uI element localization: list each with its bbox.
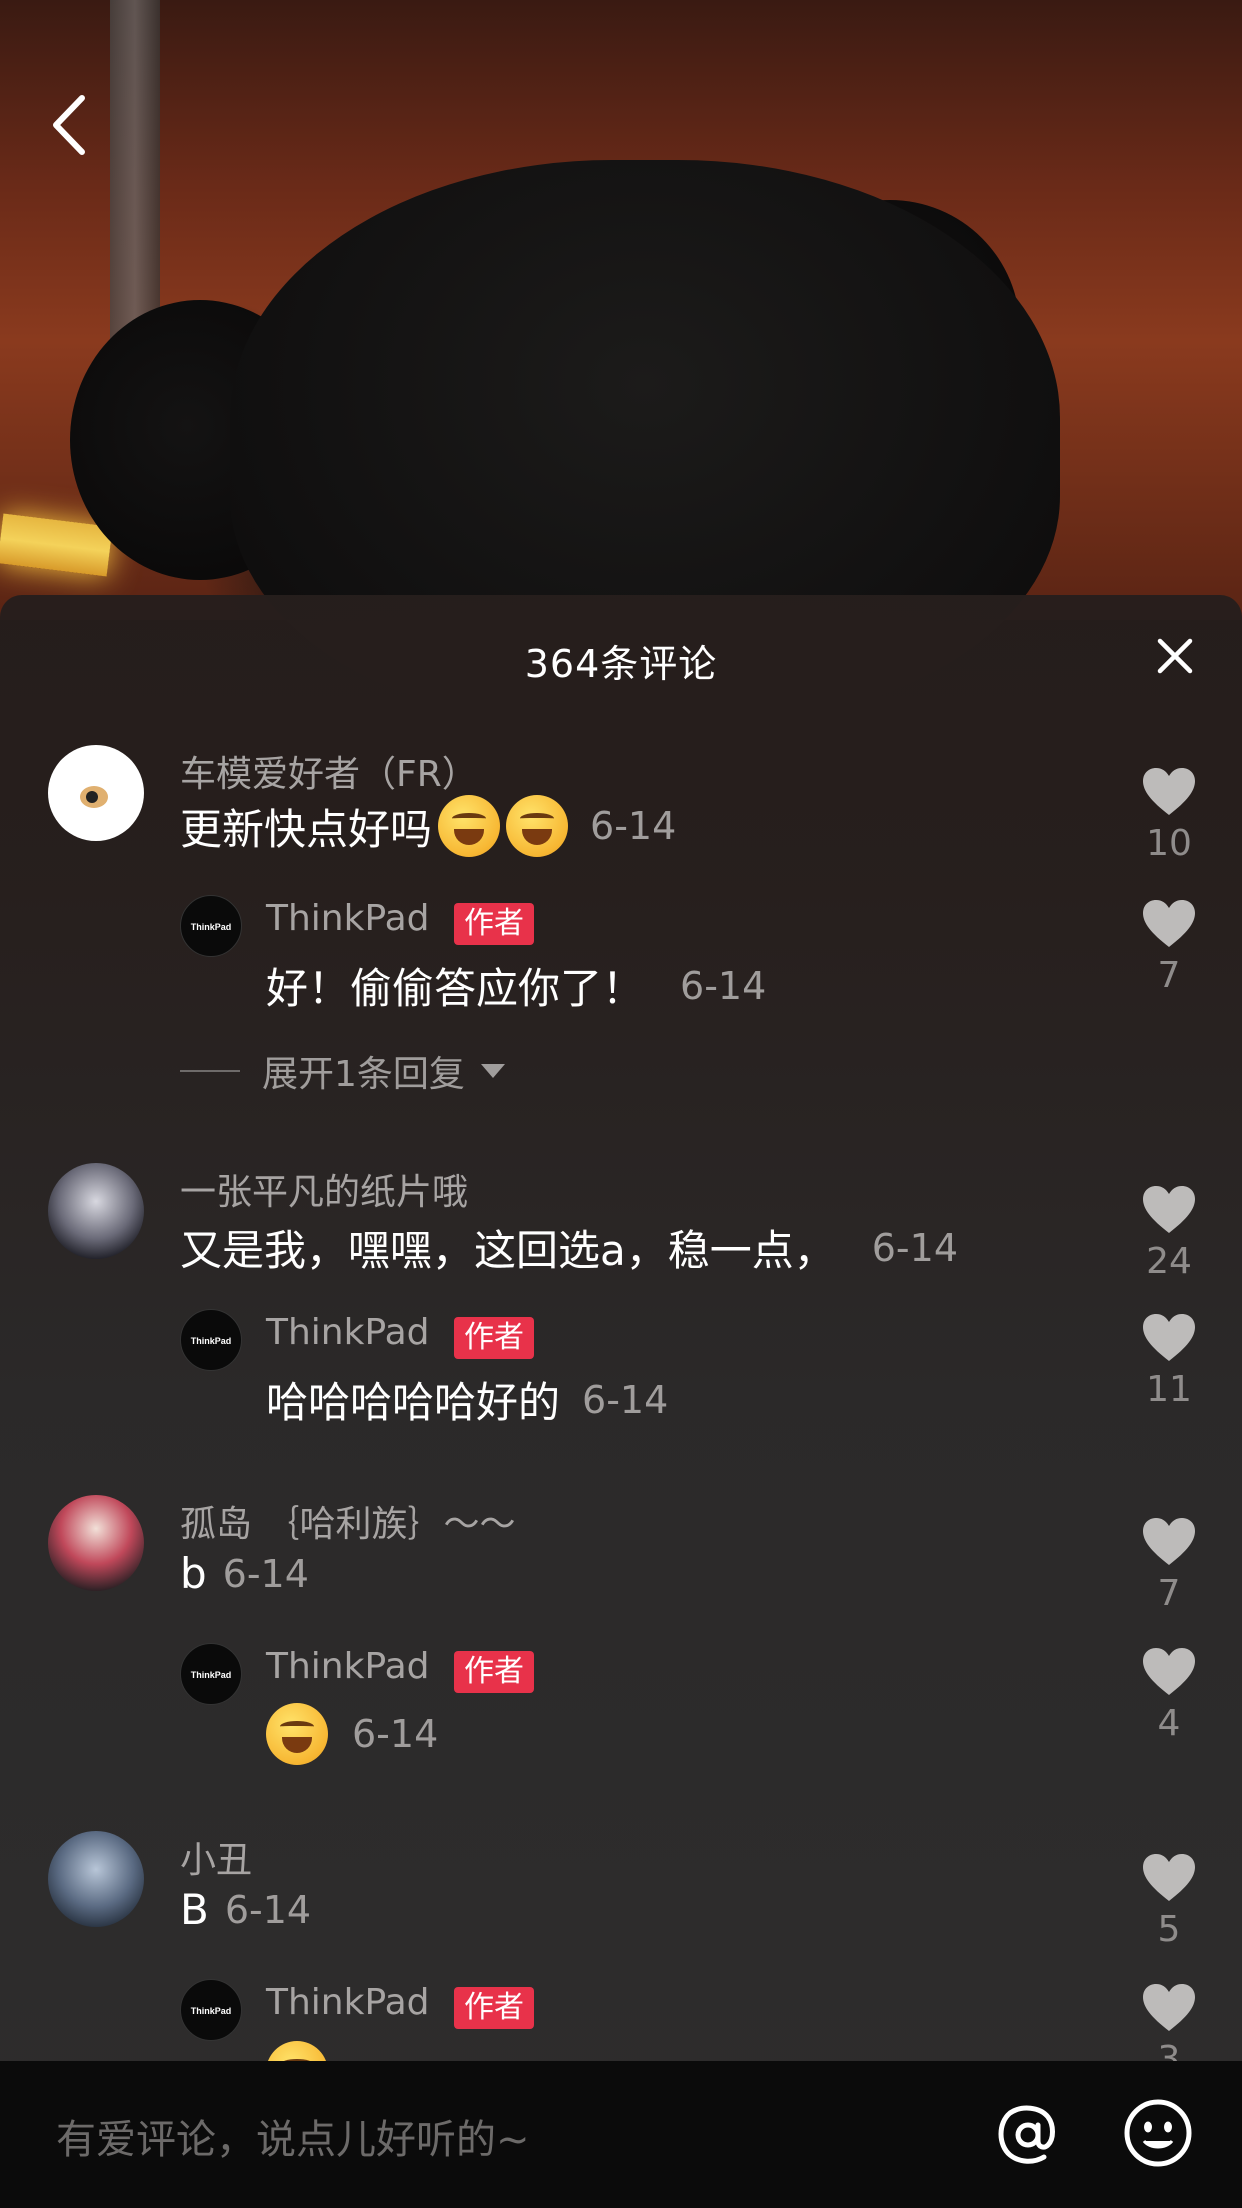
like-button[interactable]: 3 [1134,1983,1204,2061]
comments-title: 364条评论 [524,642,718,686]
heart-icon [1143,1186,1195,1233]
reply-body: 哈哈哈哈哈好的 [266,1378,561,1427]
video-background[interactable] [0,0,1242,720]
comment-username[interactable]: 孤岛 ｛哈利族｝～～ [180,1495,515,1547]
like-count: 3 [1157,2039,1181,2061]
comment-username[interactable]: 小丑 [180,1831,252,1883]
comment-username[interactable]: 一张平凡的纸片哦 [180,1163,468,1215]
comments-panel: 364条评论 车模爱好者（FR） 更新快点好吗 6-14 10 ThinkPad… [0,595,1242,2061]
like-count: 5 [1157,1909,1181,1950]
heart-icon [1143,1648,1195,1695]
svg-text:ThinkPad: ThinkPad [191,922,232,932]
heart-icon [1143,1314,1195,1361]
like-count: 24 [1146,1241,1192,1282]
reply-avatar[interactable]: ThinkPad [180,1979,242,2041]
smiley-icon[interactable] [1122,2097,1194,2169]
grinning-squint-emoji [266,2041,328,2061]
heart-icon [1143,900,1195,947]
comment-text: b 6-14 [180,1549,309,1598]
reply-username[interactable]: ThinkPad [266,1646,429,1687]
heart-icon [1143,1984,1195,2031]
comment-input[interactable]: 有爱评论，说点儿好听的~ [56,2107,530,2165]
expand-label: 展开1条回复 [262,1054,465,1095]
at-icon[interactable] [990,2097,1066,2173]
comment-text: 更新快点好吗 6-14 [180,795,676,857]
comment-date: 6-14 [224,1887,312,1932]
like-count: 7 [1157,955,1181,996]
reply-username[interactable]: ThinkPad [266,898,429,939]
like-count: 11 [1146,1369,1192,1410]
like-count: 4 [1157,1703,1181,1744]
svg-text:ThinkPad: ThinkPad [191,2006,232,2016]
like-button[interactable]: 7 [1134,899,1204,996]
avatar[interactable] [48,1495,144,1591]
expand-divider [180,1070,240,1072]
comment-date: 6-14 [590,804,677,848]
grinning-squint-emoji [438,795,501,857]
reply-body: 好！偷偷答应你了！ [266,964,645,1013]
reply-username[interactable]: ThinkPad [266,1312,429,1353]
close-icon[interactable] [1154,635,1196,677]
avatar[interactable] [48,745,144,841]
reply-username[interactable]: ThinkPad [266,1982,429,2023]
author-tag: 作者 [454,903,534,945]
reply-avatar[interactable]: ThinkPad [180,1309,242,1371]
comment-date: 6-14 [222,1551,309,1596]
comment-body: 更新快点好吗 [180,804,433,854]
svg-text:ThinkPad: ThinkPad [191,1670,232,1680]
reply-text: 6-14 [266,1703,438,1765]
heart-icon [1143,1518,1195,1565]
like-button[interactable]: 10 [1134,767,1204,864]
comment-text: 又是我，嘿嘿，这回选a，稳一点， 6-14 [180,1217,958,1278]
reply-date: 6-14 [352,1712,439,1756]
avatar[interactable] [48,1831,144,1927]
like-button[interactable]: 24 [1134,1185,1204,1282]
author-tag: 作者 [454,1317,534,1359]
reply-text: 好！偷偷答应你了！ 6-14 [266,955,766,1016]
reply-date: 6-14 [680,963,767,1008]
caret-down-icon [480,1064,505,1078]
author-tag: 作者 [454,1651,534,1693]
reply-text: 哈哈哈哈哈好的 6-14 [266,1369,668,1430]
comment-body: B [180,1885,209,1934]
reply-date: 6-14 [582,1377,669,1422]
comment-username[interactable]: 车模爱好者（FR） [180,745,478,797]
comment-body: 又是我，嘿嘿，这回选a，稳一点， [180,1226,836,1275]
comment-body: b [180,1549,207,1598]
like-count: 10 [1146,823,1192,864]
grinning-squint-emoji [266,1703,328,1765]
reply-text [266,2041,328,2061]
like-button[interactable]: 4 [1134,1647,1204,1744]
svg-text:ThinkPad: ThinkPad [191,1336,232,1346]
avatar[interactable] [48,1163,144,1259]
like-button[interactable]: 7 [1134,1517,1204,1614]
heart-icon [1143,768,1195,815]
author-tag: 作者 [454,1987,534,2029]
rofl-emoji [506,795,569,857]
back-arrow-icon[interactable] [40,90,100,160]
like-button[interactable]: 5 [1134,1853,1204,1950]
like-count: 7 [1157,1573,1181,1614]
like-button[interactable]: 11 [1134,1313,1204,1410]
reply-avatar[interactable]: ThinkPad [180,895,242,957]
reply-avatar[interactable]: ThinkPad [180,1643,242,1705]
video-pole [110,0,160,360]
comment-input-bar: 有爱评论，说点儿好听的~ [0,2061,1242,2208]
expand-replies-button[interactable]: 展开1条回复 [180,1045,505,1097]
heart-icon [1143,1854,1195,1901]
comment-text: B 6-14 [180,1885,311,1934]
screen: 364条评论 车模爱好者（FR） 更新快点好吗 6-14 10 ThinkPad… [0,0,1242,2208]
comment-date: 6-14 [871,1225,958,1270]
